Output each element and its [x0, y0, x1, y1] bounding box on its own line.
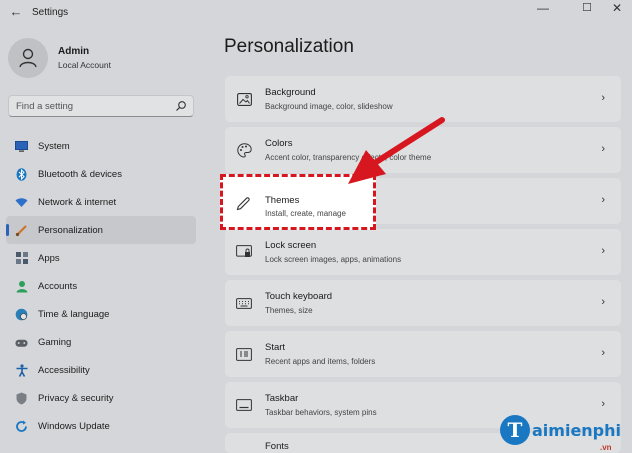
card-subtitle: Recent apps and items, folders — [265, 357, 376, 366]
sidebar-nav: System Bluetooth & devices Network & int… — [6, 132, 196, 441]
minimize-button[interactable]: — — [528, 1, 558, 15]
keyboard-icon — [236, 295, 252, 311]
card-subtitle: Install, create, manage — [265, 209, 346, 218]
avatar[interactable] — [8, 38, 48, 78]
sidebar-item-network[interactable]: Network & internet — [6, 188, 196, 216]
card-title: Colors — [265, 138, 293, 149]
sidebar-item-label: Privacy & security — [38, 393, 114, 405]
close-button[interactable]: ✕ — [602, 1, 632, 15]
maximize-button[interactable]: ☐ — [572, 1, 602, 15]
app-title: Settings — [32, 7, 69, 18]
sidebar-item-label: Accounts — [38, 281, 78, 293]
sidebar-item-system[interactable]: System — [6, 132, 196, 160]
brush-icon — [15, 224, 28, 237]
wifi-icon — [15, 196, 28, 209]
pen-icon — [235, 196, 251, 212]
title-bar: ← Settings — ☐ ✕ — [0, 0, 632, 26]
bluetooth-icon — [15, 167, 28, 181]
profile-name: Admin — [58, 46, 90, 57]
sidebar-item-apps[interactable]: Apps — [6, 244, 196, 272]
card-touch-keyboard[interactable]: Touch keyboard Themes, size › — [225, 280, 621, 326]
sidebar-item-label: Windows Update — [38, 421, 110, 433]
search-box[interactable]: Find a setting — [8, 95, 194, 117]
start-icon — [236, 346, 252, 362]
card-subtitle: Lock screen images, apps, animations — [265, 255, 402, 264]
card-title: Background — [265, 87, 316, 98]
chevron-right-icon: › — [601, 296, 605, 308]
palette-icon — [236, 142, 252, 158]
sidebar-item-privacy-security[interactable]: Privacy & security — [6, 385, 196, 413]
back-arrow-icon[interactable]: ← — [8, 4, 24, 20]
sidebar-item-accounts[interactable]: Accounts — [6, 272, 196, 300]
watermark-mark: T — [500, 415, 530, 445]
card-title: Start — [265, 342, 286, 353]
sidebar-item-label: Network & internet — [38, 196, 117, 208]
update-icon — [15, 420, 28, 433]
person-icon — [15, 280, 28, 293]
search-icon[interactable] — [175, 100, 187, 112]
chevron-right-icon: › — [601, 143, 605, 155]
settings-window: ← Settings — ☐ ✕ Admin Local Account Fin… — [0, 0, 632, 453]
card-subtitle: Themes, size — [265, 306, 313, 315]
sidebar-item-label: Accessibility — [38, 365, 90, 377]
red-arrow-annotation — [348, 117, 445, 184]
shield-icon — [15, 392, 28, 405]
taskbar-icon — [236, 397, 252, 413]
globe-clock-icon — [15, 308, 28, 321]
person-icon — [19, 48, 37, 68]
page-title: Personalization — [224, 36, 354, 57]
accessibility-icon — [15, 364, 28, 378]
card-title: Themes — [265, 195, 300, 206]
sidebar-item-gaming[interactable]: Gaming — [6, 329, 196, 357]
card-lock-screen[interactable]: Lock screen Lock screen images, apps, an… — [225, 229, 621, 275]
image-icon — [236, 91, 252, 107]
chevron-right-icon: › — [601, 398, 605, 410]
card-title: Taskbar — [265, 393, 299, 404]
card-subtitle: Taskbar behaviors, system pins — [265, 408, 377, 417]
search-input[interactable]: Find a setting — [16, 101, 73, 112]
lock-screen-icon — [236, 244, 252, 260]
card-start[interactable]: Start Recent apps and items, folders › — [225, 331, 621, 377]
card-title: Touch keyboard — [265, 291, 333, 302]
watermark-suffix: .vn — [600, 443, 612, 452]
sidebar-item-label: Apps — [38, 252, 60, 264]
chevron-right-icon: › — [601, 347, 605, 359]
sidebar-item-personalization[interactable]: Personalization — [6, 216, 196, 245]
chevron-right-icon: › — [601, 194, 605, 206]
sidebar-item-label: System — [38, 140, 70, 152]
sidebar-item-label: Personalization — [38, 224, 103, 236]
sidebar-item-windows-update[interactable]: Windows Update — [6, 413, 196, 441]
gamepad-icon — [15, 336, 28, 349]
chevron-right-icon: › — [601, 245, 605, 257]
card-title: Lock screen — [265, 240, 317, 251]
chevron-right-icon: › — [601, 92, 605, 104]
apps-icon — [15, 252, 28, 265]
sidebar-item-label: Time & language — [38, 309, 110, 321]
sidebar-item-label: Bluetooth & devices — [38, 168, 122, 180]
card-subtitle: Background image, color, slideshow — [265, 102, 393, 111]
card-title: Fonts — [265, 441, 289, 452]
profile-account-type: Local Account — [58, 60, 111, 70]
monitor-icon — [15, 140, 28, 153]
sidebar-item-bluetooth[interactable]: Bluetooth & devices — [6, 160, 196, 188]
sidebar-item-label: Gaming — [38, 337, 72, 349]
sidebar-item-time-language[interactable]: Time & language — [6, 301, 196, 329]
watermark-text: aimienphi — [532, 420, 622, 440]
sidebar-item-accessibility[interactable]: Accessibility — [6, 357, 196, 385]
